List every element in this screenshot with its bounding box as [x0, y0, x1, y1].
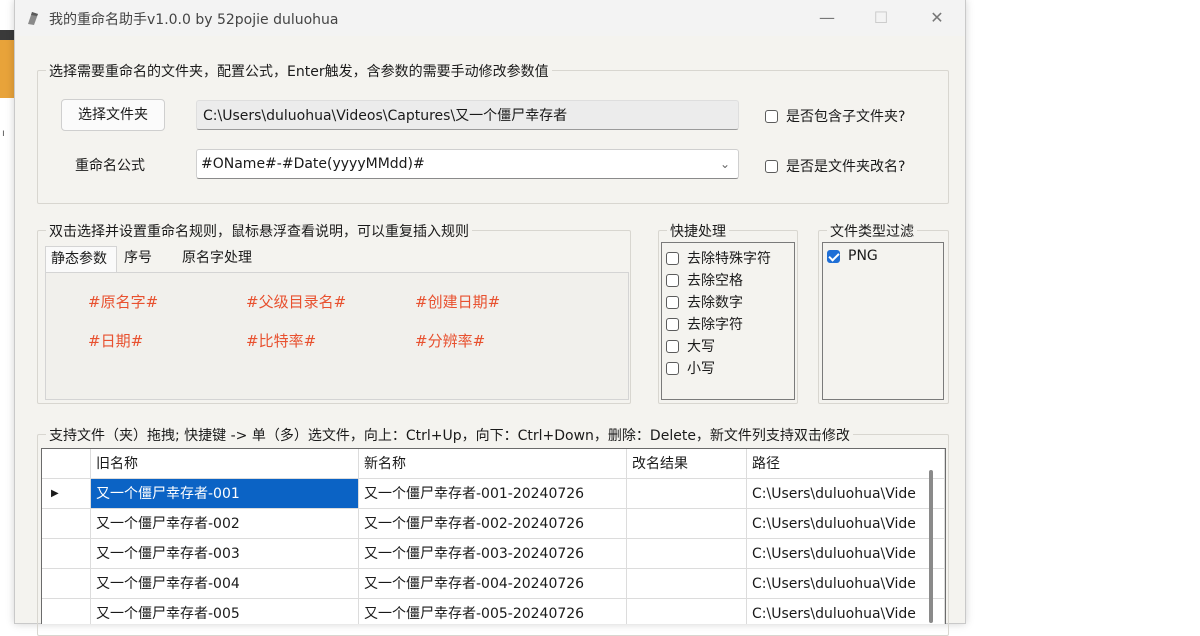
option-remove-special-chars-box[interactable] [666, 251, 679, 265]
option-remove-spaces-label: 去除空格 [687, 273, 743, 289]
quick-process-list: 去除特殊字符 去除空格 去除数字 去除字符 大写 小写 [661, 242, 795, 400]
option-remove-digits[interactable]: 去除数字 [666, 292, 743, 312]
file-type-filter-legend: 文件类型过滤 [827, 221, 917, 241]
cell-old-name[interactable]: 又一个僵尸幸存者-003 [91, 539, 359, 569]
cell-new-name[interactable]: 又一个僵尸幸存者-004-20240726 [359, 569, 627, 599]
cell-path[interactable]: C:\Users\duluohua\Vide [747, 509, 945, 539]
table-row[interactable]: 又一个僵尸幸存者-002 又一个僵尸幸存者-002-20240726 C:\Us… [42, 509, 945, 539]
files-legend: 支持文件（夹）拖拽; 快捷键 -> 单（多）选文件，向上：Ctrl+Up，向下：… [46, 425, 853, 445]
include-subfolders-box[interactable] [765, 109, 778, 123]
option-lowercase-label: 小写 [687, 361, 715, 377]
app-window: 我的重命名助手v1.0.0 by 52pojie duluohua — ☐ ✕ … [14, 0, 966, 636]
tab-sequence[interactable]: 序号 [119, 246, 165, 272]
table-row[interactable]: 又一个僵尸幸存者-003 又一个僵尸幸存者-003-20240726 C:\Us… [42, 539, 945, 569]
param-bitrate[interactable]: #比特率# [246, 330, 316, 351]
header-old-name[interactable]: 旧名称 [91, 449, 359, 479]
cell-rename-result[interactable] [627, 599, 747, 624]
option-lowercase-box[interactable] [666, 361, 679, 375]
option-remove-spaces-box[interactable] [666, 273, 679, 287]
rename-folders-label: 是否是文件夹改名? [786, 159, 906, 175]
option-remove-digits-label: 去除数字 [687, 295, 743, 311]
cell-new-name[interactable]: 又一个僵尸幸存者-003-20240726 [359, 539, 627, 569]
header-path[interactable]: 路径 [747, 449, 945, 479]
option-remove-chars[interactable]: 去除字符 [666, 314, 743, 334]
cell-old-name[interactable]: 又一个僵尸幸存者-004 [91, 569, 359, 599]
option-uppercase-label: 大写 [687, 339, 715, 355]
option-remove-chars-label: 去除字符 [687, 317, 743, 333]
row-header-cell[interactable] [42, 599, 91, 624]
cell-old-name[interactable]: 又一个僵尸幸存者-005 [91, 599, 359, 624]
folder-config-legend: 选择需要重命名的文件夹，配置公式，Enter触发，含参数的需要手动修改参数值 [46, 61, 552, 81]
cell-rename-result[interactable] [627, 539, 747, 569]
option-remove-spaces[interactable]: 去除空格 [666, 270, 743, 290]
option-remove-chars-box[interactable] [666, 317, 679, 331]
include-subfolders-label: 是否包含子文件夹? [786, 109, 906, 125]
cell-path[interactable]: C:\Users\duluohua\Vide [747, 479, 945, 509]
param-created-date[interactable]: #创建日期# [415, 291, 500, 312]
option-remove-special-chars[interactable]: 去除特殊字符 [666, 248, 771, 268]
table-row[interactable]: 又一个僵尸幸存者-005 又一个僵尸幸存者-005-20240726 C:\Us… [42, 599, 945, 624]
row-header-cell[interactable] [42, 569, 91, 599]
folder-path-field[interactable]: C:\Users\duluohua\Videos\Captures\又一个僵尸幸… [196, 100, 739, 130]
filter-png[interactable]: PNG [827, 248, 878, 264]
option-uppercase[interactable]: 大写 [666, 336, 715, 356]
cell-rename-result[interactable] [627, 569, 747, 599]
folder-config-group: 选择需要重命名的文件夹，配置公式，Enter触发，含参数的需要手动修改参数值 [37, 61, 949, 204]
filter-png-label: PNG [848, 248, 878, 264]
quick-process-legend: 快捷处理 [667, 221, 729, 241]
formula-value: #OName#-#Date(yyyyMMdd)# [201, 156, 425, 172]
cell-path[interactable]: C:\Users\duluohua\Vide [747, 569, 945, 599]
row-pointer-icon[interactable]: ▶ [42, 479, 91, 509]
file-type-list: PNG [822, 242, 944, 400]
title-bar: 我的重命名助手v1.0.0 by 52pojie duluohua — ☐ ✕ [15, 0, 965, 36]
option-lowercase[interactable]: 小写 [666, 358, 715, 378]
cell-new-name[interactable]: 又一个僵尸幸存者-001-20240726 [359, 479, 627, 509]
formula-combobox[interactable]: #OName#-#Date(yyyyMMdd)# ⌄ [196, 149, 739, 179]
include-subfolders-checkbox[interactable]: 是否包含子文件夹? [765, 106, 905, 126]
rules-legend: 双击选择并设置重命名规则，鼠标悬浮查看说明，可以重复插入规则 [46, 221, 472, 241]
row-header-cell[interactable] [42, 539, 91, 569]
chevron-down-icon[interactable]: ⌄ [720, 150, 730, 178]
header-marker [42, 449, 91, 479]
filter-png-box[interactable] [827, 249, 840, 263]
rename-folders-checkbox[interactable]: 是否是文件夹改名? [765, 156, 905, 176]
param-parent-dir[interactable]: #父级目录名# [246, 291, 346, 312]
row-header-cell[interactable] [42, 509, 91, 539]
header-new-name[interactable]: 新名称 [359, 449, 627, 479]
files-grid: 旧名称 新名称 改名结果 路径 ▶ 又一个僵尸幸存者-001 又一个僵尸幸存者-… [41, 448, 946, 624]
close-button[interactable]: ✕ [915, 6, 959, 30]
option-remove-digits-box[interactable] [666, 295, 679, 309]
desktop-background-strip: ı [0, 0, 14, 623]
param-resolution[interactable]: #分辨率# [415, 330, 485, 351]
table-row[interactable]: 又一个僵尸幸存者-004 又一个僵尸幸存者-004-20240726 C:\Us… [42, 569, 945, 599]
grid-header-row: 旧名称 新名称 改名结果 路径 [42, 449, 945, 479]
app-icon [28, 12, 38, 25]
cell-old-name[interactable]: 又一个僵尸幸存者-001 [91, 479, 359, 509]
cell-rename-result[interactable] [627, 509, 747, 539]
cell-old-name[interactable]: 又一个僵尸幸存者-002 [91, 509, 359, 539]
maximize-button[interactable]: ☐ [859, 6, 903, 30]
tab-static-params[interactable]: 静态参数 [45, 246, 117, 272]
tab-original-name[interactable]: 原名字处理 [177, 246, 273, 272]
cell-rename-result[interactable] [627, 479, 747, 509]
cell-new-name[interactable]: 又一个僵尸幸存者-002-20240726 [359, 509, 627, 539]
select-folder-button[interactable]: 选择文件夹 [61, 99, 165, 131]
header-rename-result[interactable]: 改名结果 [627, 449, 747, 479]
grid-vertical-scrollbar[interactable] [929, 470, 933, 623]
param-original-name[interactable]: #原名字# [88, 291, 158, 312]
formula-label: 重命名公式 [75, 158, 145, 174]
table-row[interactable]: ▶ 又一个僵尸幸存者-001 又一个僵尸幸存者-001-20240726 C:\… [42, 479, 945, 509]
param-date[interactable]: #日期# [88, 330, 143, 351]
cell-new-name[interactable]: 又一个僵尸幸存者-005-20240726 [359, 599, 627, 624]
minimize-button[interactable]: — [805, 6, 849, 30]
window-title: 我的重命名助手v1.0.0 by 52pojie duluohua [49, 12, 339, 28]
rename-folders-box[interactable] [765, 159, 778, 173]
option-remove-special-chars-label: 去除特殊字符 [687, 251, 771, 267]
background-mark: ı [2, 128, 5, 139]
option-uppercase-box[interactable] [666, 339, 679, 353]
background-orange-block [0, 40, 14, 98]
cell-path[interactable]: C:\Users\duluohua\Vide [747, 599, 945, 624]
static-params-panel: #原名字# #父级目录名# #创建日期# #日期# #比特率# #分辨率# [45, 272, 629, 400]
cell-path[interactable]: C:\Users\duluohua\Vide [747, 539, 945, 569]
